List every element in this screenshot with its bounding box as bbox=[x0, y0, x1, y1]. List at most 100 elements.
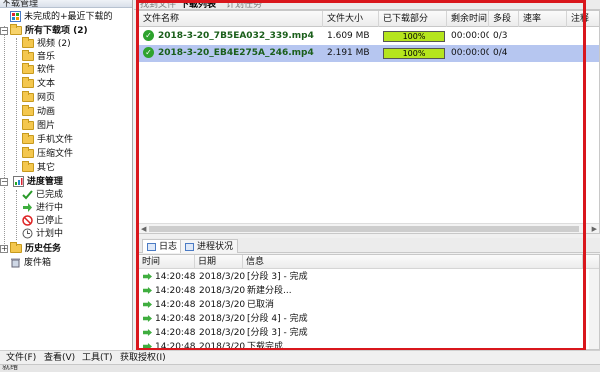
scrollbar-thumb[interactable] bbox=[149, 226, 579, 232]
panel-title-bar: 下载管理 ✕ bbox=[0, 0, 132, 8]
log-row[interactable]: 14:20:48 2018/3/20 [分段 3] - 完成 bbox=[139, 326, 599, 340]
tab-scheduled-tasks[interactable]: 计划任务 bbox=[226, 0, 262, 10]
tree-item-progress-management[interactable]: − 进度管理 bbox=[0, 176, 63, 189]
table-row[interactable]: ✓ 2018-3-20_7B5EA032_339.mp4 1.609 MB 100… bbox=[139, 28, 599, 45]
scroll-right-icon[interactable]: ▶ bbox=[592, 224, 597, 234]
tree-item-trash[interactable]: 废件箱 bbox=[10, 257, 51, 270]
column-header-size[interactable]: 文件大小 bbox=[323, 11, 379, 27]
log-row[interactable]: 14:20:48 2018/3/20 [分段 4] - 完成 bbox=[139, 312, 599, 326]
tab-log[interactable]: 日志 bbox=[142, 239, 183, 253]
folder-icon bbox=[22, 37, 34, 48]
column-header-downloaded[interactable]: 已下载部分 bbox=[379, 11, 447, 27]
tree-item-scheduled[interactable]: 计划中 bbox=[22, 228, 63, 241]
close-icon[interactable]: ✕ bbox=[2, 0, 130, 7]
menu-file[interactable]: 文件(F) bbox=[6, 352, 36, 364]
log-column-time[interactable]: 时间 bbox=[139, 255, 195, 269]
table-header: 文件名称 文件大小 已下载部分 剩余时间 多段 速率 注释 bbox=[139, 11, 599, 27]
log-time: 14:20:48 bbox=[155, 286, 196, 296]
log-date: 2018/3/20 bbox=[199, 286, 246, 296]
check-circle-icon: ✓ bbox=[143, 30, 154, 41]
log-row[interactable]: 14:20:48 2018/3/20 已取消 bbox=[139, 298, 599, 312]
file-name: 2018-3-20_7B5EA032_339.mp4 bbox=[158, 31, 314, 41]
expand-icon[interactable]: + bbox=[0, 244, 8, 253]
tree-item-webpage[interactable]: 网页 bbox=[22, 91, 55, 105]
log-tabs: 日志 进程状况 bbox=[138, 238, 600, 253]
tree-item-pictures[interactable]: 图片 bbox=[22, 119, 55, 133]
menu-view[interactable]: 查看(V) bbox=[44, 352, 75, 364]
log-date: 2018/3/20 bbox=[199, 300, 246, 310]
menu-get-license[interactable]: 获取授权(I) bbox=[120, 352, 166, 364]
tree-item-software[interactable]: 软件 bbox=[22, 63, 55, 77]
column-header-remaining[interactable]: 剩余时间 bbox=[447, 11, 489, 27]
horizontal-scrollbar[interactable]: ◀ ▶ bbox=[139, 223, 599, 233]
tree-item-mobile-files[interactable]: 手机文件 bbox=[22, 133, 73, 147]
tree-item-archives[interactable]: 压缩文件 bbox=[22, 147, 73, 161]
tree-item-history[interactable]: + 历史任务 bbox=[0, 242, 61, 256]
arrow-right-icon bbox=[143, 340, 152, 349]
arrow-right-icon bbox=[23, 203, 32, 212]
segments: 0/3 bbox=[493, 31, 508, 41]
file-name: 2018-3-20_EB4E275A_246.mp4 bbox=[158, 48, 314, 58]
log-time: 14:20:48 bbox=[155, 328, 196, 338]
menu-tools[interactable]: 工具(T) bbox=[82, 352, 113, 364]
check-circle-icon: ✓ bbox=[143, 47, 154, 58]
table-row[interactable]: ✓ 2018-3-20_EB4E275A_246.mp4 2.191 MB 100… bbox=[139, 45, 599, 62]
progress-text: 100% bbox=[402, 32, 426, 41]
scroll-left-icon[interactable]: ◀ bbox=[141, 224, 146, 234]
log-date: 2018/3/20 bbox=[199, 342, 246, 350]
log-message: [分段 3] - 完成 bbox=[247, 272, 308, 282]
tree-item-stopped[interactable]: 已停止 bbox=[22, 215, 63, 228]
log-column-date[interactable]: 日期 bbox=[195, 255, 243, 269]
folder-icon bbox=[22, 161, 34, 172]
tree-item-video[interactable]: 视频 (2) bbox=[22, 37, 71, 51]
log-message: 已取消 bbox=[247, 300, 275, 310]
column-header-name[interactable]: 文件名称 bbox=[139, 11, 323, 27]
status-bar: 就绪 bbox=[0, 364, 600, 372]
download-list-table: 文件名称 文件大小 已下载部分 剩余时间 多段 速率 注释 ✓ 2018-3-20… bbox=[138, 10, 600, 234]
vertical-scrollbar[interactable] bbox=[589, 269, 599, 349]
column-header-note[interactable]: 注释 bbox=[567, 11, 600, 27]
folder-icon bbox=[22, 91, 34, 102]
arrow-right-icon bbox=[143, 326, 152, 340]
folder-icon bbox=[22, 119, 34, 130]
log-table: 时间 日期 信息 14:20:48 2018/3/20 [分段 3] - 完成 14:… bbox=[138, 254, 600, 350]
progress-icon bbox=[12, 176, 24, 187]
folder-icon bbox=[22, 133, 34, 144]
tab-find-files[interactable]: 找到文件 bbox=[140, 0, 176, 10]
tree-item-animation[interactable]: 动画 bbox=[22, 105, 55, 119]
log-date: 2018/3/20 bbox=[199, 272, 246, 282]
file-size: 1.609 MB bbox=[327, 31, 370, 41]
check-icon bbox=[22, 190, 33, 200]
column-header-rate[interactable]: 速率 bbox=[519, 11, 567, 27]
folder-icon bbox=[10, 242, 22, 253]
log-column-info[interactable]: 信息 bbox=[243, 255, 583, 269]
collapse-icon[interactable]: − bbox=[0, 26, 8, 35]
tree-item-text[interactable]: 文本 bbox=[22, 77, 55, 91]
progress-text: 100% bbox=[402, 49, 426, 58]
folder-icon bbox=[22, 147, 34, 158]
main-pane: 找到文件 下载列表 计划任务 文件名称 文件大小 已下载部分 剩余时间 多段 速… bbox=[134, 0, 600, 350]
tab-download-list[interactable]: 下载列表 bbox=[180, 0, 216, 10]
tree-item-in-progress[interactable]: 进行中 bbox=[22, 202, 63, 215]
tree-item-completed[interactable]: 已完成 bbox=[22, 189, 63, 202]
tree-item-unfinished-recent[interactable]: 未完成的+最近下载的 bbox=[10, 11, 113, 24]
remaining-time: 00:00:00 bbox=[451, 48, 489, 58]
tree-item-other[interactable]: 其它 bbox=[22, 161, 55, 175]
folder-icon bbox=[10, 24, 22, 35]
log-message: [分段 4] - 完成 bbox=[247, 314, 308, 324]
tree-item-all-downloads[interactable]: − 所有下载项 (2) bbox=[0, 24, 88, 38]
log-row[interactable]: 14:20:48 2018/3/20 新建分段... bbox=[139, 284, 599, 298]
column-header-segments[interactable]: 多段 bbox=[489, 11, 519, 27]
folder-icon bbox=[22, 105, 34, 116]
log-time: 14:20:48 bbox=[155, 272, 196, 282]
grid-icon bbox=[10, 11, 21, 22]
progress-bar: 100% bbox=[383, 48, 445, 59]
log-time: 14:20:48 bbox=[155, 342, 196, 350]
arrow-right-icon bbox=[143, 270, 152, 284]
arrow-right-icon bbox=[143, 312, 152, 326]
log-row[interactable]: 14:20:48 2018/3/20 [分段 3] - 完成 bbox=[139, 270, 599, 284]
folder-icon bbox=[22, 77, 34, 88]
collapse-icon[interactable]: − bbox=[0, 177, 8, 186]
tab-process-status[interactable]: 进程状况 bbox=[180, 239, 239, 253]
log-row[interactable]: 14:20:48 2018/3/20 下载完成 bbox=[139, 340, 599, 350]
